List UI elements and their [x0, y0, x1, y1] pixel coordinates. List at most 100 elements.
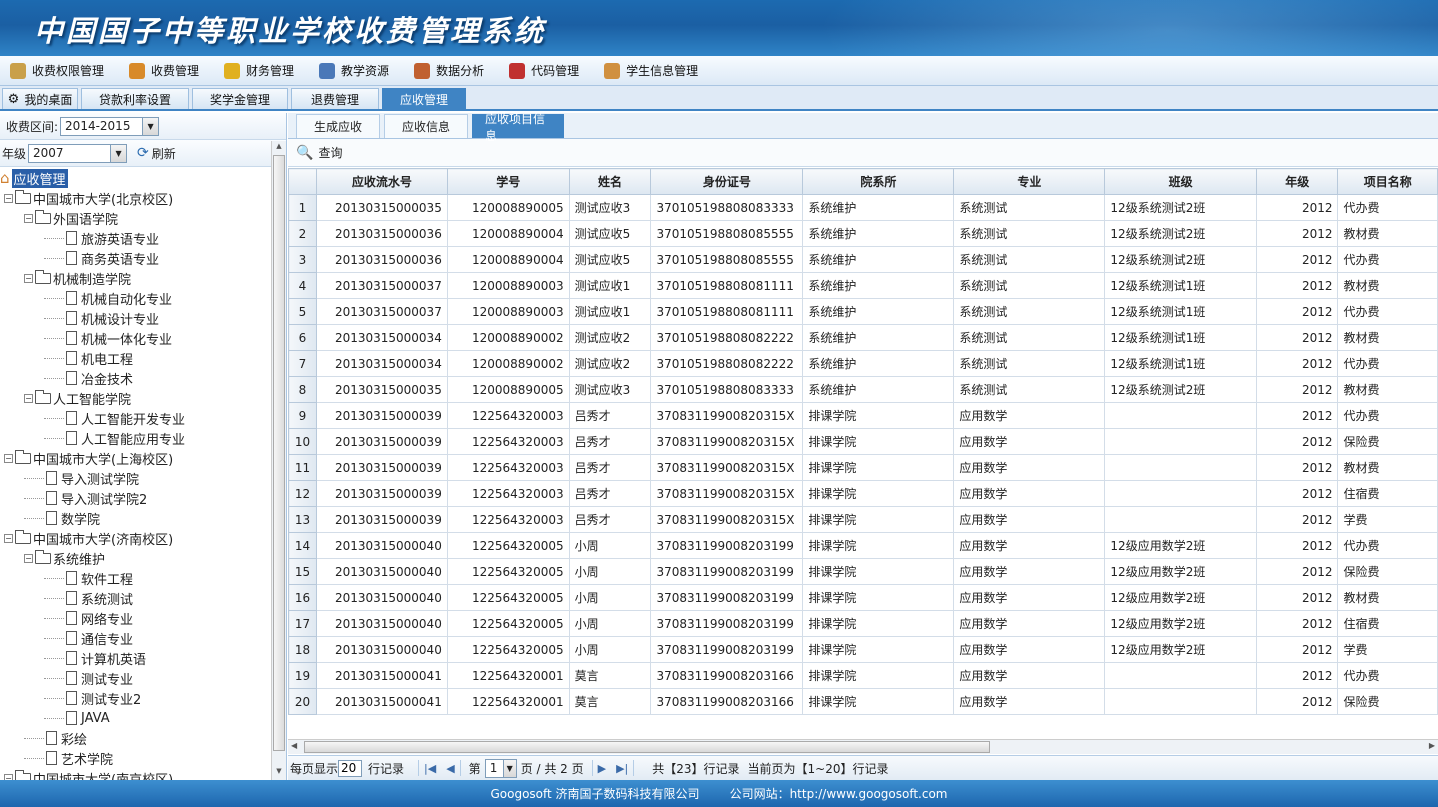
tree-node[interactable]: − 机械制造学院	[0, 268, 271, 288]
table-row[interactable]: 18 20130315000040 122564320005 小周 3708311990…	[288, 636, 1438, 663]
table-row[interactable]: 3 20130315000036 120008890004 测试应收5 37010519…	[288, 246, 1438, 273]
collapse-icon[interactable]: −	[4, 193, 13, 203]
tree-node[interactable]: 商务英语专业	[0, 248, 271, 268]
menu-item[interactable]: 收费权限管理	[10, 62, 104, 79]
next-page-icon[interactable]: ▶	[598, 762, 606, 775]
tab-refund[interactable]: 退费管理	[291, 88, 379, 109]
tree-node[interactable]: − 中国城市大学(南京校区)	[0, 768, 271, 780]
column-header[interactable]: 班级	[1104, 168, 1257, 195]
tree-node[interactable]: 艺术学院	[0, 748, 271, 768]
tree-node[interactable]: 网络专业	[0, 608, 271, 628]
scroll-left-icon[interactable]: ◀	[291, 741, 297, 750]
tree-node[interactable]: 机械自动化专业	[0, 288, 271, 308]
collapse-icon[interactable]: −	[4, 533, 13, 543]
menu-item[interactable]: 教学资源	[319, 62, 389, 79]
subtab-item-info[interactable]: 应收项目信息	[472, 112, 564, 143]
table-row[interactable]: 8 20130315000035 120008890005 测试应收3 37010519…	[288, 376, 1438, 403]
column-header[interactable]: 姓名	[568, 168, 652, 195]
tab-scholarship[interactable]: 奖学金管理	[192, 88, 288, 109]
collapse-icon[interactable]: −	[4, 453, 13, 463]
tree-node[interactable]: JAVA	[0, 708, 271, 728]
first-page-icon[interactable]: |◀	[424, 762, 436, 775]
tree-node[interactable]: 测试专业2	[0, 688, 271, 708]
menu-item[interactable]: 代码管理	[509, 62, 579, 79]
tree-node[interactable]: ⌂ 应收管理	[0, 168, 271, 188]
menu-item[interactable]: 财务管理	[224, 62, 294, 79]
menu-item[interactable]: 数据分析	[414, 62, 484, 79]
tree-node[interactable]: 彩绘	[0, 728, 271, 748]
scroll-down-icon[interactable]: ▼	[272, 767, 286, 779]
prev-page-icon[interactable]: ◀	[446, 762, 454, 775]
column-header[interactable]: 院系所	[802, 168, 955, 195]
scrollbar-thumb[interactable]	[304, 741, 990, 753]
collapse-icon[interactable]: −	[24, 553, 33, 563]
tree-node[interactable]: 机械设计专业	[0, 308, 271, 328]
collapse-icon[interactable]: −	[24, 393, 33, 403]
tree-node[interactable]: 软件工程	[0, 568, 271, 588]
tree-node[interactable]: 导入测试学院2	[0, 488, 271, 508]
per-page-input[interactable]	[338, 759, 363, 777]
table-row[interactable]: 7 20130315000034 120008890002 测试应收2 37010519…	[288, 350, 1438, 377]
table-row[interactable]: 15 20130315000040 122564320005 小周 3708311990…	[288, 558, 1438, 585]
tree-node[interactable]: 导入测试学院	[0, 468, 271, 488]
table-row[interactable]: 13 20130315000039 122564320003 吕秀才 370831199…	[288, 506, 1438, 533]
tree-node[interactable]: 机电工程	[0, 348, 271, 368]
tree-scrollbar[interactable]: ▲ ▼	[271, 141, 286, 780]
tree-node[interactable]: − 系统维护	[0, 548, 271, 568]
menu-item[interactable]: 学生信息管理	[604, 62, 698, 79]
chevron-down-icon[interactable]: ▼	[142, 117, 159, 135]
tree-node[interactable]: − 中国城市大学(济南校区)	[0, 528, 271, 548]
tree-node[interactable]: − 外国语学院	[0, 208, 271, 228]
tab-home[interactable]: ⚙ 我的桌面	[2, 88, 78, 109]
collapse-icon[interactable]: −	[24, 273, 33, 283]
table-row[interactable]: 10 20130315000039 122564320003 吕秀才 370831199…	[288, 428, 1438, 455]
tree-node[interactable]: − 人工智能学院	[0, 388, 271, 408]
tree-node[interactable]: 机械一体化专业	[0, 328, 271, 348]
table-row[interactable]: 11 20130315000039 122564320003 吕秀才 370831199…	[288, 454, 1438, 481]
chevron-down-icon[interactable]: ▼	[502, 759, 516, 777]
subtab-info[interactable]: 应收信息	[384, 114, 468, 138]
last-page-icon[interactable]: ▶|	[616, 762, 628, 775]
column-header[interactable]: 年级	[1255, 168, 1339, 195]
column-header[interactable]: 项目名称	[1337, 168, 1438, 195]
table-row[interactable]: 9 20130315000039 122564320003 吕秀才 3708311990…	[288, 402, 1438, 429]
tree-node[interactable]: 计算机英语	[0, 648, 271, 668]
tree-node[interactable]: 系统测试	[0, 588, 271, 608]
table-row[interactable]: 2 20130315000036 120008890004 测试应收5 37010519…	[288, 220, 1438, 247]
tab-loan-rate[interactable]: 贷款利率设置	[81, 88, 189, 109]
query-button[interactable]: 🔍 查询	[296, 144, 342, 161]
column-header[interactable]: 身份证号	[650, 168, 804, 195]
tree-node[interactable]: 旅游英语专业	[0, 228, 271, 248]
tree-node[interactable]: 数学院	[0, 508, 271, 528]
table-row[interactable]: 16 20130315000040 122564320005 小周 3708311990…	[288, 584, 1438, 611]
tree-node[interactable]: 测试专业	[0, 668, 271, 688]
grid-h-scrollbar[interactable]: ◀ ▶	[288, 739, 1438, 754]
tree-node[interactable]: − 中国城市大学(北京校区)	[0, 188, 271, 208]
tree-node[interactable]: 冶金技术	[0, 368, 271, 388]
column-header[interactable]: 应收流水号	[315, 168, 448, 195]
collapse-icon[interactable]: −	[24, 213, 33, 223]
column-header[interactable]: 专业	[953, 168, 1106, 195]
table-row[interactable]: 6 20130315000034 120008890002 测试应收2 37010519…	[288, 324, 1438, 351]
scroll-up-icon[interactable]: ▲	[272, 142, 286, 154]
table-row[interactable]: 12 20130315000039 122564320003 吕秀才 370831199…	[288, 480, 1438, 507]
chevron-down-icon[interactable]: ▼	[110, 144, 127, 162]
table-row[interactable]: 19 20130315000041 122564320001 莫言 3708311990…	[288, 662, 1438, 689]
table-row[interactable]: 1 20130315000035 120008890005 测试应收3 37010519…	[288, 194, 1438, 221]
tree-node[interactable]: − 中国城市大学(上海校区)	[0, 448, 271, 468]
refresh-button[interactable]: ⟳ 刷新	[137, 145, 176, 162]
table-row[interactable]: 14 20130315000040 122564320005 小周 3708311990…	[288, 532, 1438, 559]
table-row[interactable]: 4 20130315000037 120008890003 测试应收1 37010519…	[288, 272, 1438, 299]
scroll-right-icon[interactable]: ▶	[1429, 741, 1435, 750]
subtab-generate[interactable]: 生成应收	[296, 114, 380, 138]
page-select[interactable]: 1 ▼	[484, 758, 517, 778]
grade-select[interactable]: 2007 ▼	[28, 143, 128, 163]
tab-receivable[interactable]: 应收管理	[382, 88, 466, 109]
table-row[interactable]: 5 20130315000037 120008890003 测试应收1 37010519…	[288, 298, 1438, 325]
menu-item[interactable]: 收费管理	[129, 62, 199, 79]
tree-node[interactable]: 人工智能开发专业	[0, 408, 271, 428]
table-row[interactable]: 20 20130315000041 122564320001 莫言 3708311990…	[288, 688, 1438, 715]
table-row[interactable]: 17 20130315000040 122564320005 小周 3708311990…	[288, 610, 1438, 637]
tree-node[interactable]: 人工智能应用专业	[0, 428, 271, 448]
term-select[interactable]: 2014-2015 ▼	[60, 116, 160, 136]
